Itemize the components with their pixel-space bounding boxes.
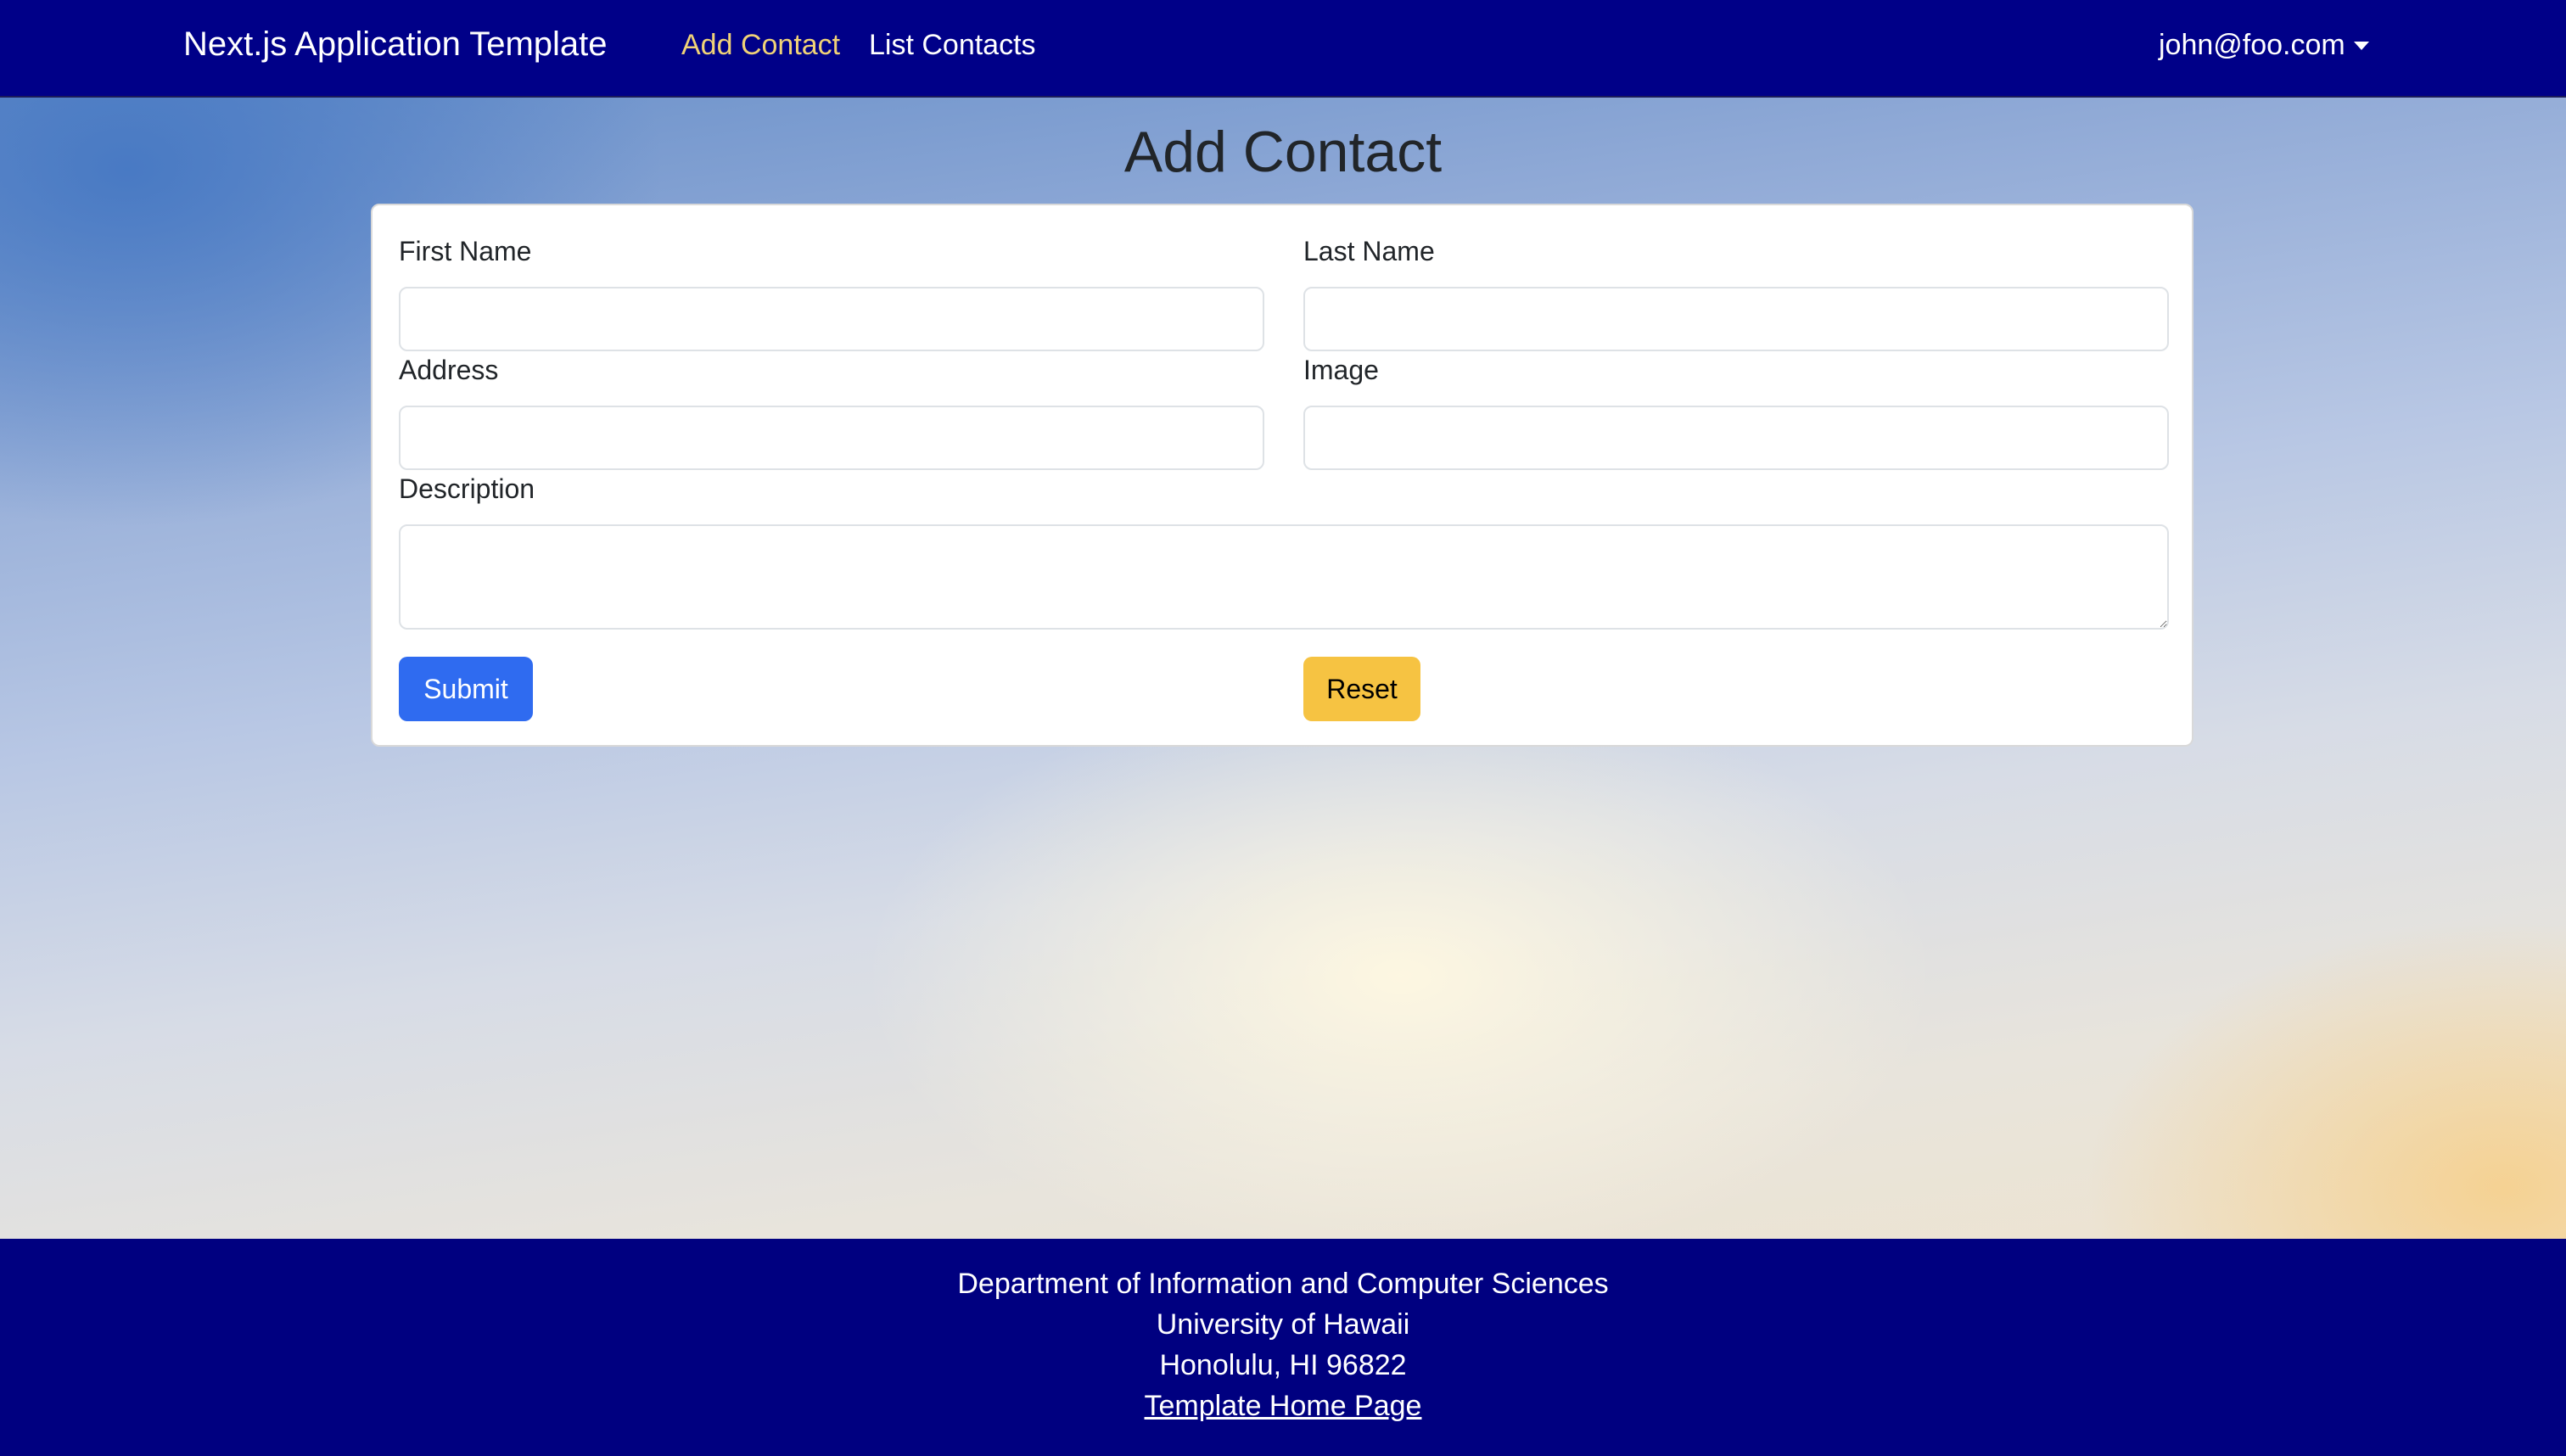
- top-navbar: Next.js Application Template Add Contact…: [0, 0, 2566, 98]
- nav-link-list-contacts[interactable]: List Contacts: [869, 29, 1036, 62]
- user-menu-dropdown[interactable]: john@foo.com: [2159, 29, 2369, 62]
- caret-down-icon: [2353, 41, 2369, 50]
- add-contact-form: First Name Last Name Address Image Descr…: [371, 204, 2193, 747]
- image-label: Image: [1303, 355, 1379, 385]
- footer-address: Honolulu, HI 96822: [1159, 1349, 1407, 1381]
- template-home-page-link[interactable]: Template Home Page: [1145, 1390, 1422, 1422]
- submit-button[interactable]: Submit: [399, 657, 533, 721]
- description-textarea[interactable]: [399, 524, 2169, 630]
- last-name-input[interactable]: [1303, 287, 2169, 351]
- footer-university: University of Hawaii: [1156, 1308, 1410, 1341]
- navbar-brand[interactable]: Next.js Application Template: [183, 25, 608, 64]
- page-footer: Department of Information and Computer S…: [0, 1239, 2566, 1456]
- description-label: Description: [399, 473, 535, 504]
- first-name-label: First Name: [399, 236, 532, 266]
- address-label: Address: [399, 355, 499, 385]
- first-name-input[interactable]: [399, 287, 1264, 351]
- nav-link-add-contact[interactable]: Add Contact: [681, 29, 840, 62]
- address-input[interactable]: [399, 406, 1264, 470]
- image-input[interactable]: [1303, 406, 2169, 470]
- last-name-label: Last Name: [1303, 236, 1435, 266]
- footer-department: Department of Information and Computer S…: [957, 1268, 1609, 1300]
- reset-button[interactable]: Reset: [1303, 657, 1420, 721]
- user-email: john@foo.com: [2159, 29, 2345, 61]
- page-title: Add Contact: [1123, 120, 1443, 184]
- footer-link-row: Template Home Page: [0, 1390, 2566, 1423]
